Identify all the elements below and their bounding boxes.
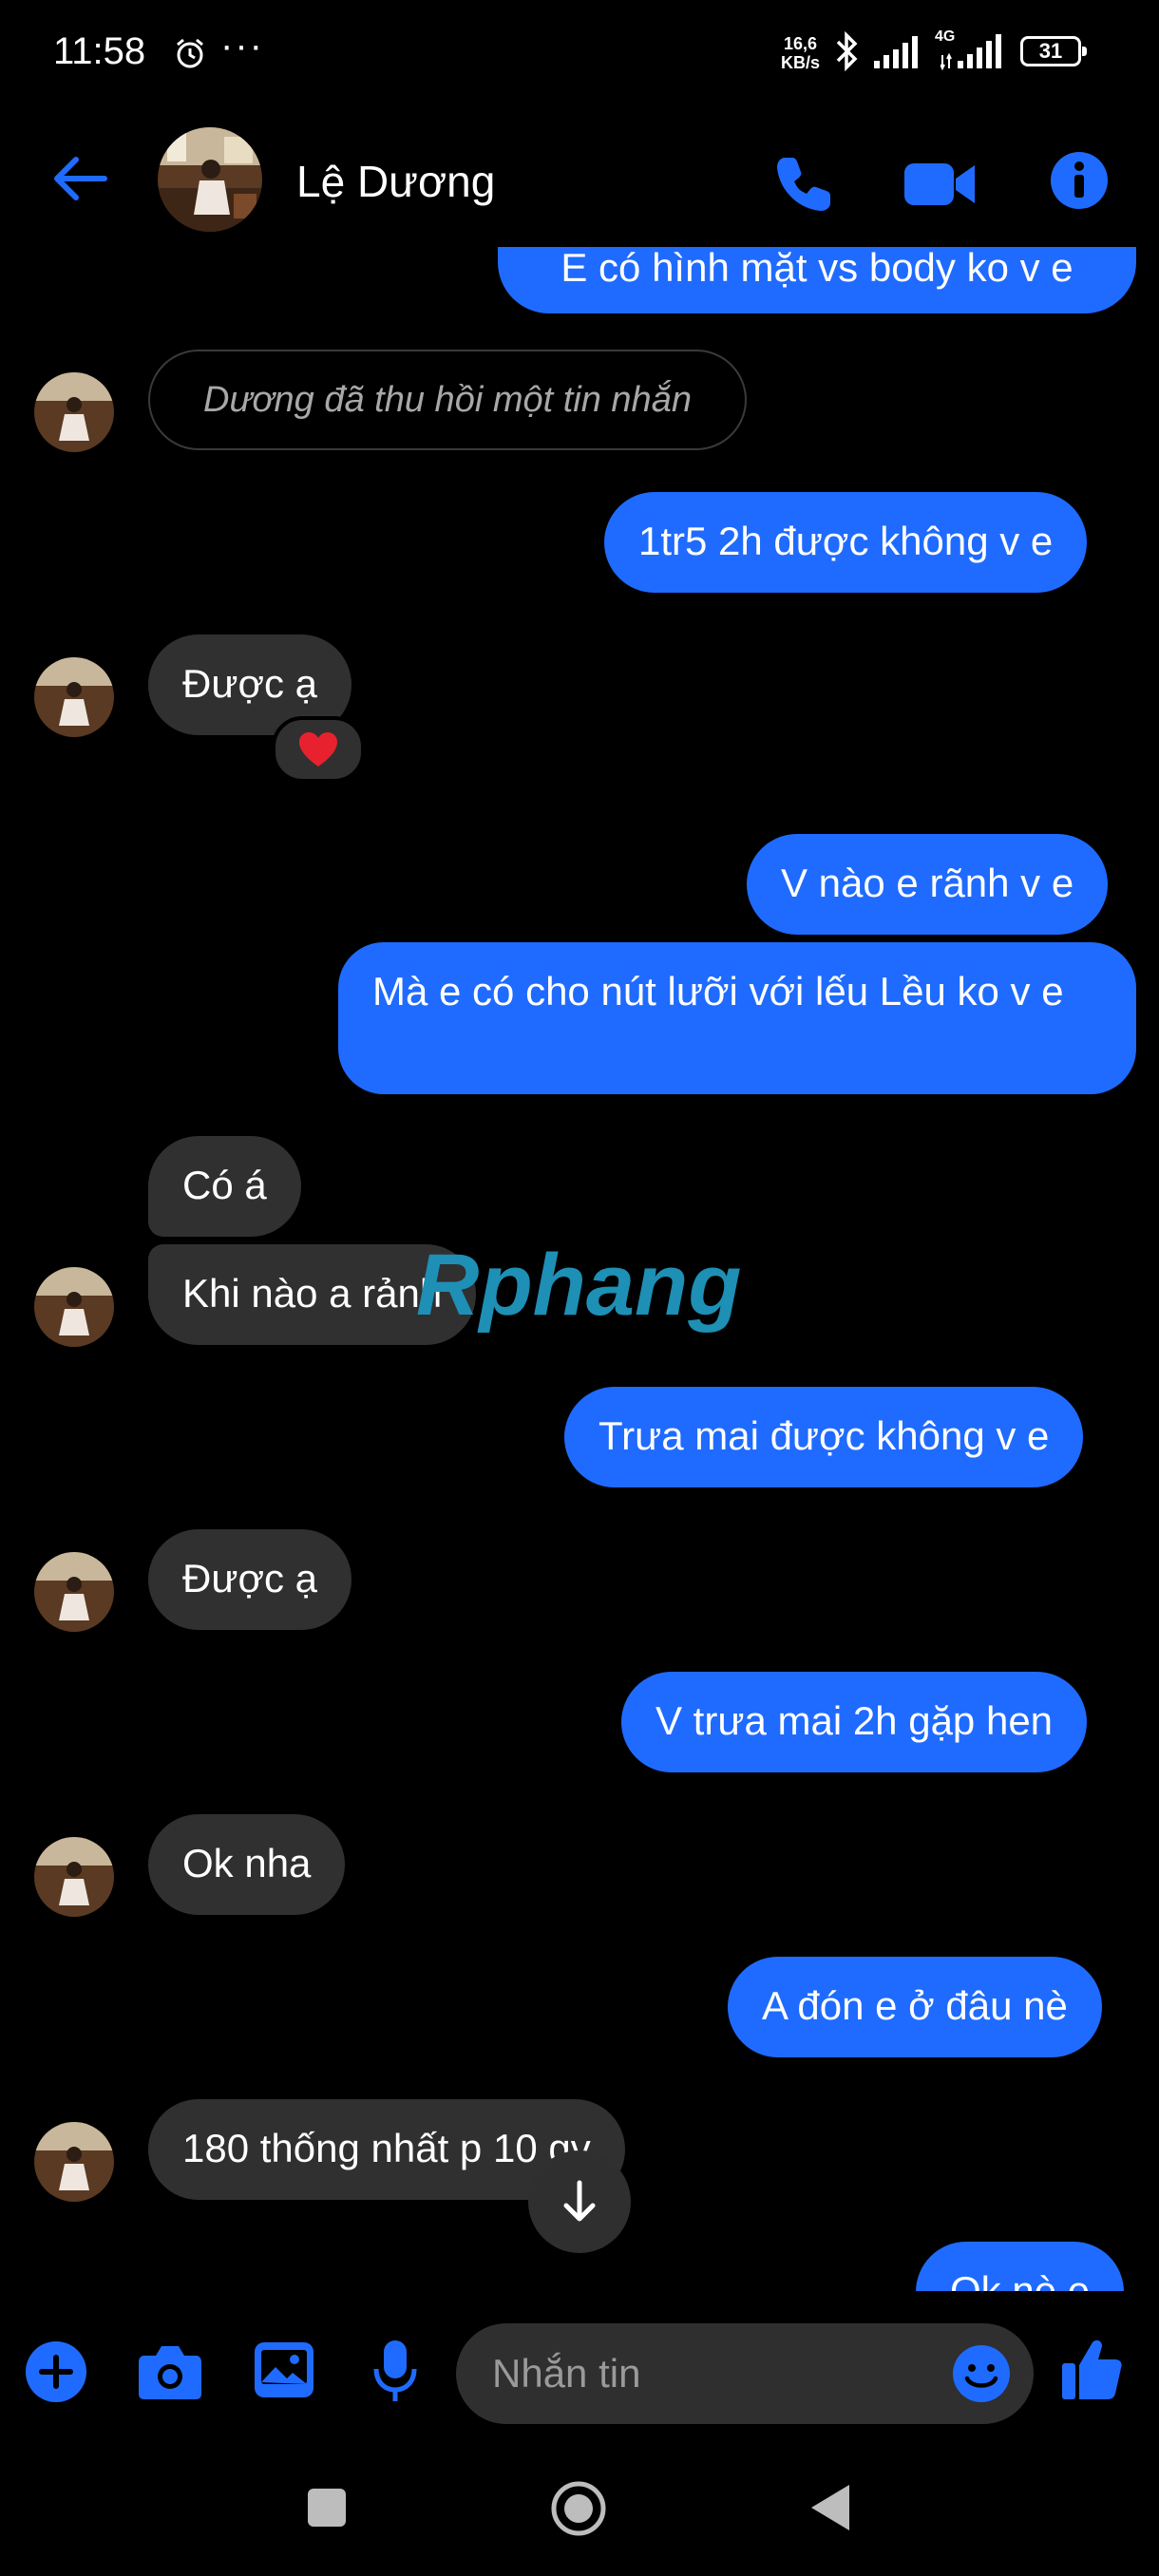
phone-call-icon[interactable]: [771, 152, 836, 217]
avatar[interactable]: [34, 372, 114, 452]
signal-4g-icon: [940, 34, 1001, 70]
avatar[interactable]: [34, 2122, 114, 2202]
microphone-icon[interactable]: [370, 2339, 420, 2405]
message-text: Có á: [182, 1163, 267, 1207]
scroll-to-bottom-button[interactable]: [528, 2150, 631, 2253]
message-incoming[interactable]: Ok nha: [148, 1814, 346, 1915]
system-navigation-bar: [0, 2453, 1159, 2576]
message-outgoing[interactable]: V nào e rãnh v e: [747, 834, 1109, 935]
message-composer: Nhắn tin: [0, 2291, 1159, 2453]
message-text: E có hình mặt vs body ko v e: [560, 247, 1074, 290]
message-outgoing[interactable]: Trưa mai được không v e: [564, 1387, 1084, 1487]
avatar[interactable]: [34, 1552, 114, 1632]
alarm-icon: [177, 38, 203, 68]
chat-header: Lệ Dương: [0, 114, 1159, 247]
message-text: Ok nha: [182, 1841, 312, 1885]
status-time: 11:58: [53, 30, 146, 72]
message-text: Ok nè e: [950, 2268, 1091, 2291]
battery-indicator: 31: [1020, 36, 1087, 66]
message-outgoing[interactable]: V trưa mai 2h gặp hen: [621, 1672, 1088, 1772]
network-speed: 16,6 KB/s: [781, 34, 820, 72]
avatar[interactable]: [34, 1837, 114, 1917]
back-nav-icon[interactable]: [809, 2483, 851, 2532]
camera-icon[interactable]: [137, 2342, 203, 2401]
signal-icon: [874, 36, 918, 68]
back-arrow-icon[interactable]: [49, 148, 110, 209]
message-text: Mà e có cho nút lưỡi với lếu Lều ko v e: [372, 969, 1064, 1013]
network-speed-unit: KB/s: [781, 53, 821, 72]
message-outgoing[interactable]: E có hình mặt vs body ko v e: [498, 247, 1136, 313]
recent-apps-icon[interactable]: [306, 2487, 348, 2529]
thumbs-up-icon[interactable]: [1060, 2337, 1123, 2401]
gallery-icon[interactable]: [253, 2340, 315, 2399]
message-outgoing[interactable]: 1tr5 2h được không v e: [604, 492, 1088, 593]
message-outgoing[interactable]: A đón e ở đâu nè: [728, 1957, 1102, 2057]
message-text: 1tr5 2h được không v e: [638, 519, 1054, 563]
avatar[interactable]: [34, 1267, 114, 1347]
contact-avatar[interactable]: [158, 127, 262, 232]
video-call-icon[interactable]: [904, 158, 977, 211]
heart-icon: [299, 732, 337, 767]
reaction-badge[interactable]: [272, 716, 365, 783]
plus-icon[interactable]: [25, 2340, 87, 2403]
more-notifications-icon: ···: [220, 25, 264, 66]
unsent-message-notice: Dương đã thu hồi một tin nhắn: [148, 350, 747, 450]
message-list[interactable]: E có hình mặt vs body ko v e Dương đã th…: [0, 247, 1159, 2291]
bluetooth-icon: [836, 30, 858, 72]
message-input[interactable]: Nhắn tin: [456, 2323, 1034, 2424]
message-text: Trưa mai được không v e: [598, 1413, 1050, 1458]
arrow-down-icon: [563, 2180, 596, 2222]
network-speed-value: 16,6: [783, 34, 818, 53]
message-text: V nào e rãnh v e: [781, 861, 1074, 905]
message-incoming[interactable]: Được ạ: [148, 1529, 352, 1630]
contact-name[interactable]: Lệ Dương: [296, 156, 495, 207]
message-text: V trưa mai 2h gặp hen: [656, 1698, 1054, 1743]
message-text: Được ạ: [182, 1556, 318, 1601]
home-icon[interactable]: [549, 2479, 608, 2538]
info-icon[interactable]: [1049, 150, 1110, 211]
message-text: A đón e ở đâu nè: [762, 1983, 1068, 2028]
avatar[interactable]: [34, 657, 114, 737]
watermark-logo: Rphang: [416, 1241, 741, 1334]
message-outgoing[interactable]: Ok nè e: [916, 2242, 1125, 2291]
emoji-icon[interactable]: [952, 2344, 1011, 2403]
message-outgoing[interactable]: Mà e có cho nút lưỡi với lếu Lều ko v e: [338, 942, 1136, 1094]
message-text: Được ạ: [182, 661, 318, 706]
status-bar: 11:58 ··· 16,6 KB/s 4G 31: [0, 0, 1159, 114]
watermark-text: Rphang: [416, 1241, 741, 1334]
message-incoming[interactable]: Có á: [148, 1136, 301, 1237]
message-text: Khi nào a rảnh: [182, 1271, 443, 1316]
